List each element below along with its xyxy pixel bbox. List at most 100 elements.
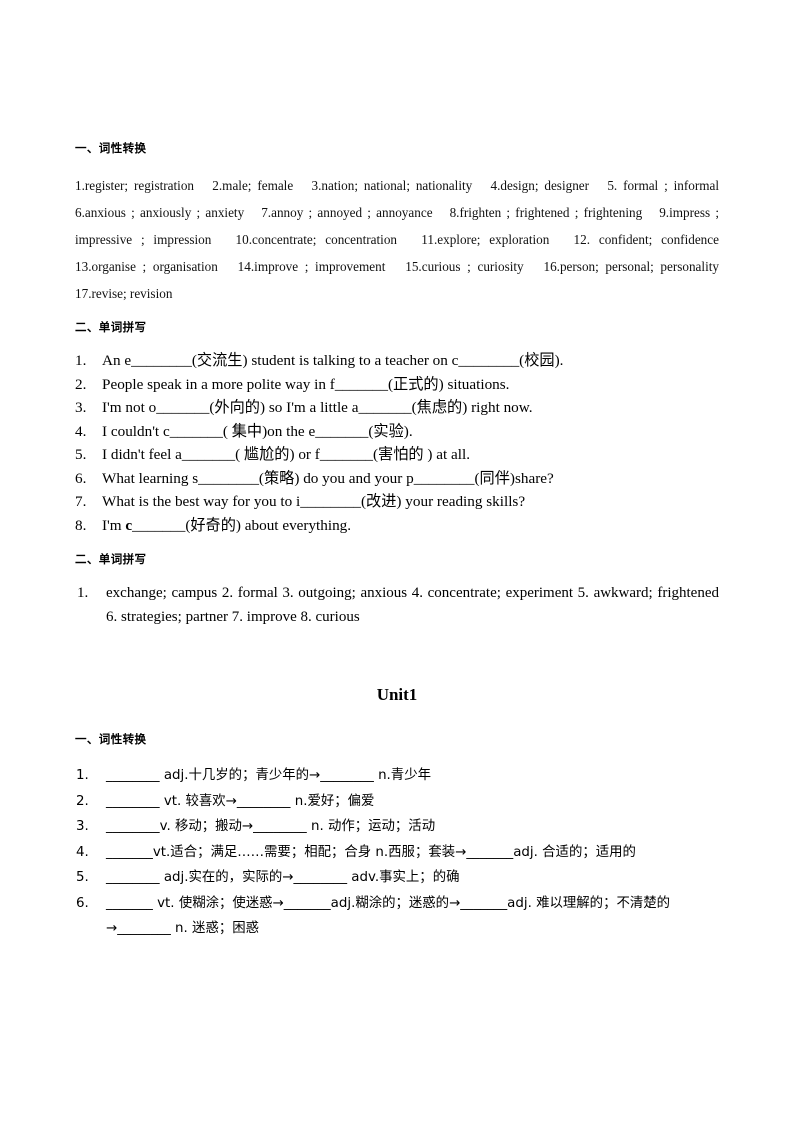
fill-in-blank[interactable]: ________ — [293, 870, 347, 885]
question-text: (交流生) student is talking to a teacher on… — [191, 352, 459, 369]
spelling-answers-paragraph: 1. exchange; campus 2. formal 3. outgoin… — [75, 581, 719, 629]
list-item-number: 4. — [75, 422, 87, 440]
question-text: n.青少年 — [373, 768, 431, 783]
fill-in-blank[interactable]: _______ — [170, 423, 223, 440]
question-text: (实验). — [368, 422, 413, 440]
fill-in-blank[interactable]: _______ — [182, 446, 235, 463]
unit1-word-form-list: 1. ________ adj.十几岁的；青少年的→________ n.青少年… — [75, 763, 719, 942]
list-item: 2. People speak in a more polite way in f… — [75, 373, 719, 397]
fill-in-blank[interactable]: ________ — [131, 352, 192, 369]
question-text: I'm — [102, 516, 126, 534]
question-text: What is the best way for you to i — [102, 493, 301, 510]
list-item: 4. I couldn't c_______( 集中)on the e______… — [75, 420, 719, 444]
question-text: I'm not o — [102, 399, 157, 416]
question-text: I couldn't c — [102, 422, 170, 440]
list-item: 7. What is the best way for you to i_____… — [75, 490, 719, 514]
question-text: adj.实在的，实际的→ — [159, 870, 294, 885]
fill-in-blank[interactable]: _______ — [106, 845, 153, 860]
fill-in-blank[interactable]: ________ — [300, 493, 361, 510]
list-item-number: 7. — [75, 493, 87, 510]
heading-word-forms: 一、词性转换 — [75, 141, 147, 155]
list-item: 8. I'm c_______(好奇的) about everything. — [75, 514, 719, 538]
question-text: n. 迷惑；困惑 — [170, 921, 260, 936]
question-text: (校园). — [519, 352, 564, 369]
top-margin-spacer — [75, 0, 719, 140]
question-text: An e — [102, 352, 132, 369]
question-text: adj. 合适的；适用的 — [513, 844, 636, 860]
heading-spelling-answers: 二、单词拼写 — [75, 552, 147, 566]
spelling-question-list: 1. An e________(交流生) student is talking t… — [75, 349, 719, 537]
fill-in-blank[interactable]: _______ — [156, 399, 209, 416]
list-item-number: 4. — [76, 844, 89, 860]
list-item: 4. _______vt.适合；满足……需要；相配；合身 n.西服；套装→___… — [75, 840, 719, 866]
fill-in-blank[interactable]: _______ — [284, 896, 331, 911]
fill-in-blank[interactable]: _______ — [320, 446, 373, 463]
fill-in-blank[interactable]: ________ — [106, 794, 160, 809]
answer-list-text: exchange; campus 2. formal 3. outgoing; … — [106, 585, 719, 625]
list-item: 1. An e________(交流生) student is talking t… — [75, 349, 719, 373]
heading-spelling: 二、单词拼写 — [75, 320, 147, 334]
word-form-answers-block: 1.register; registration 2.male; female … — [75, 178, 733, 301]
fill-in-blank[interactable]: _______ — [335, 376, 388, 393]
list-item: 1. ________ adj.十几岁的；青少年的→________ n.青少年 — [75, 763, 719, 789]
fill-in-blank[interactable]: ________ — [414, 470, 475, 487]
list-item-number: 1. — [76, 768, 89, 783]
fill-in-blank[interactable]: ________ — [106, 768, 160, 783]
fill-in-blank[interactable]: ________ — [320, 768, 374, 783]
list-item-number: 2. — [75, 375, 87, 393]
list-item-number: 2. — [76, 793, 89, 809]
list-item-number: 5. — [75, 446, 87, 463]
list-item-number: 1. — [75, 352, 87, 369]
fill-in-blank[interactable]: ________ — [117, 921, 171, 936]
question-text: n. 动作；运动；活动 — [306, 819, 436, 834]
question-text: (正式的) situations. — [387, 375, 510, 393]
question-text: v. 移动；搬动→ — [159, 819, 254, 834]
fill-in-blank[interactable]: ________ — [458, 352, 519, 369]
question-text: n.爱好；偏爱 — [290, 793, 375, 809]
question-text: ( 集中)on the e — [222, 422, 316, 440]
fill-in-blank[interactable]: ________ — [237, 794, 291, 809]
fill-in-blank[interactable]: _______ — [315, 423, 368, 440]
list-item: 3. ________v. 移动；搬动→________ n. 动作；运动；活动 — [75, 814, 719, 840]
fill-in-blank[interactable]: _______ — [358, 399, 411, 416]
fill-in-blank[interactable]: ________ — [253, 819, 307, 834]
question-text: (焦虑的) right now. — [411, 399, 533, 416]
page-title: Unit1 — [376, 685, 418, 704]
fill-in-blank[interactable]: ________ — [106, 819, 160, 834]
question-text: (害怕的 ) at all. — [373, 446, 471, 463]
question-text: ( 尴尬的) or f — [235, 446, 320, 463]
list-item: 5. I didn't feel a_______( 尴尬的) or f_____… — [75, 443, 719, 467]
list-item-number: 8. — [75, 516, 87, 534]
fill-in-blank[interactable]: _______ — [460, 896, 507, 911]
list-item-number: 6. — [75, 469, 87, 487]
fill-in-blank[interactable]: _______ — [132, 517, 185, 534]
question-text: vt. 较喜欢→ — [159, 793, 237, 809]
question-text: I didn't feel a — [102, 446, 182, 463]
fill-in-blank[interactable]: ________ — [106, 870, 160, 885]
list-item-number: 3. — [76, 819, 89, 834]
question-text: (外向的) so I'm a little a — [209, 399, 359, 416]
list-item: 2. ________ vt. 较喜欢→________ n.爱好；偏爱 — [75, 789, 719, 815]
fill-in-blank[interactable]: ________ — [198, 470, 259, 487]
question-text: adj.糊涂的；迷惑的→ — [330, 895, 461, 911]
question-text: adj.十几岁的；青少年的→ — [159, 768, 321, 783]
question-text: What learning s — [102, 469, 199, 487]
heading-word-forms-2: 一、词性转换 — [75, 732, 147, 746]
list-item: 3. I'm not o_______(外向的) so I'm a little… — [75, 396, 719, 420]
question-text: adv.事实上；的确 — [347, 870, 460, 885]
list-item-number: 6. — [76, 895, 89, 911]
question-text: (好奇的) about everything. — [185, 516, 352, 534]
list-item-number: 5. — [76, 870, 89, 885]
list-item: 6. _______ vt. 使糊涂；使迷惑→_______adj.糊涂的；迷惑… — [75, 891, 719, 942]
fill-in-blank[interactable]: _______ — [106, 896, 153, 911]
fill-in-blank[interactable]: _______ — [466, 845, 513, 860]
list-item-number: 3. — [75, 399, 87, 416]
question-text: People speak in a more polite way in f — [102, 375, 335, 393]
